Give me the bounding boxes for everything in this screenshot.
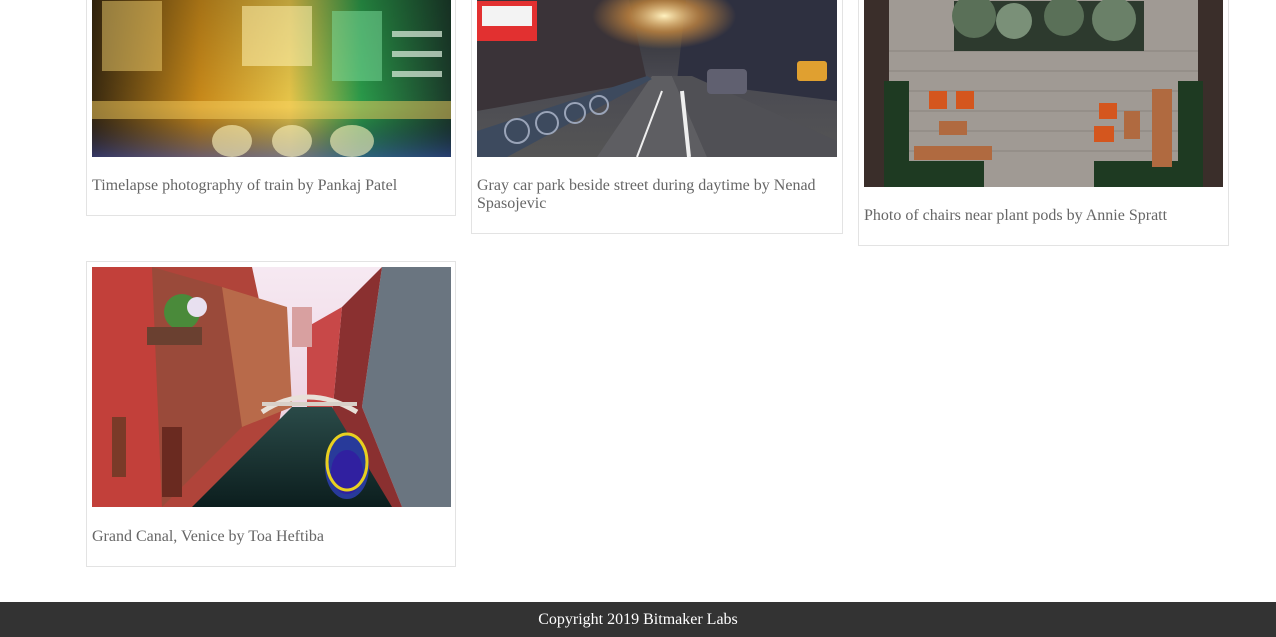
city-street-bike-rack-photo[interactable]: [477, 0, 837, 157]
train-timelapse-photo[interactable]: [92, 0, 451, 157]
venice-canal-photo[interactable]: [92, 267, 451, 507]
photo-caption: Timelapse photography of train by Pankaj…: [92, 177, 398, 194]
page-footer: Copyright 2019 Bitmaker Labs: [0, 602, 1276, 637]
gallery-card[interactable]: Photo of chairs near plant pods by Annie…: [858, 0, 1229, 246]
photo-caption: Photo of chairs near plant pods by Annie…: [864, 207, 1168, 224]
gallery-card[interactable]: Timelapse photography of train by Pankaj…: [86, 0, 456, 216]
photo-caption: Gray car park beside street during dayti…: [477, 177, 816, 212]
page: Timelapse photography of train by Pankaj…: [0, 0, 1276, 637]
copyright-text: Copyright 2019 Bitmaker Labs: [538, 611, 738, 628]
chairs-plant-pods-photo[interactable]: [864, 0, 1223, 187]
gallery-card[interactable]: Gray car park beside street during dayti…: [471, 0, 843, 234]
gallery-card[interactable]: Grand Canal, Venice by Toa Heftiba: [86, 261, 456, 567]
photo-caption: Grand Canal, Venice by Toa Heftiba: [92, 528, 324, 545]
